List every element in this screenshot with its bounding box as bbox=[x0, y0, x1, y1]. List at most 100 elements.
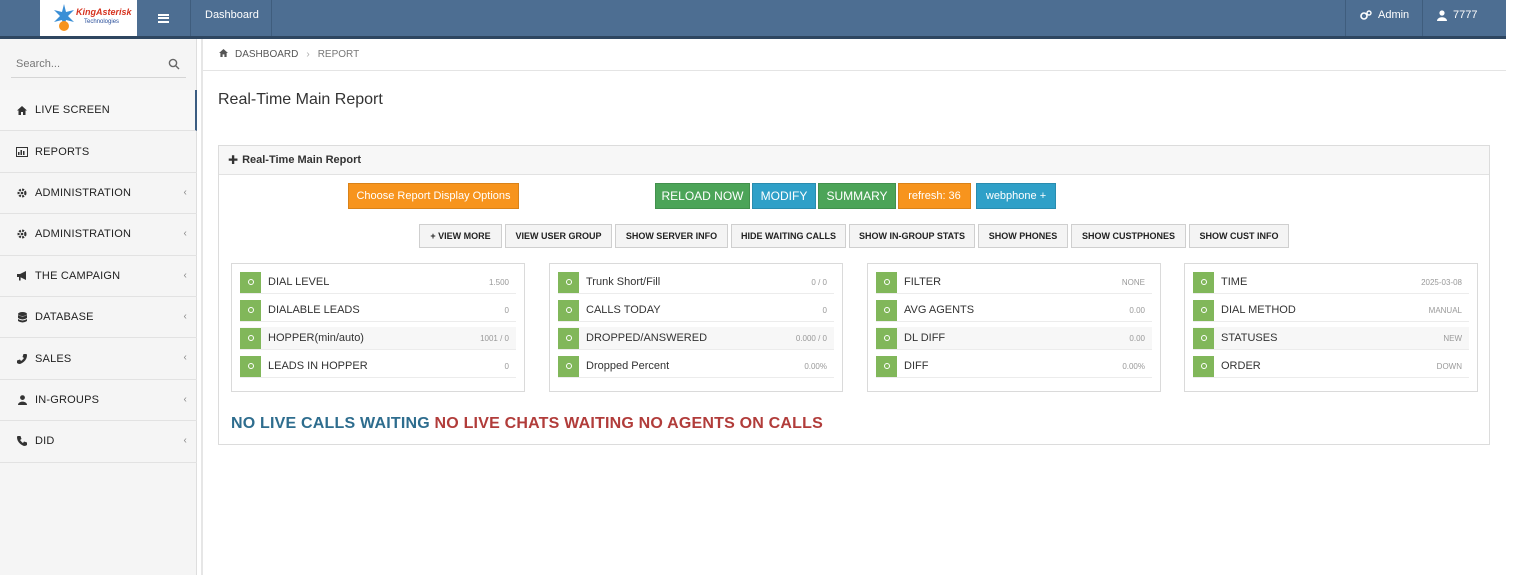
hide-waiting-calls-button[interactable]: HIDE WAITING CALLS bbox=[731, 224, 846, 248]
chevron-left-icon: ‹ bbox=[183, 310, 187, 322]
status-indicator-icon bbox=[240, 299, 261, 321]
stat-label: DL DIFF bbox=[904, 332, 946, 344]
stat-label: Dropped Percent bbox=[586, 360, 670, 372]
sidebar-item-label: THE CAMPAIGN bbox=[35, 269, 121, 282]
show-in-group-stats-button[interactable]: SHOW IN-GROUP STATS bbox=[849, 224, 975, 248]
sidebar-item-label: SALES bbox=[35, 352, 72, 365]
stat-value: 0.00% bbox=[804, 361, 827, 371]
stat-label: LEADS IN HOPPER bbox=[268, 360, 368, 372]
stat-label: STATUSES bbox=[1221, 332, 1278, 344]
show-custphones-button[interactable]: SHOW CUSTPHONES bbox=[1071, 224, 1186, 248]
show-phones-button[interactable]: SHOW PHONES bbox=[978, 224, 1068, 248]
stat-label: DIALABLE LEADS bbox=[268, 304, 360, 316]
stat-label: ORDER bbox=[1221, 360, 1261, 372]
page-title: Real-Time Main Report bbox=[218, 91, 383, 108]
admin-menu[interactable]: Admin bbox=[1360, 9, 1409, 21]
stat-label: HOPPER(min/auto) bbox=[268, 332, 364, 344]
stat-row: DIAL LEVEL 1.500 bbox=[240, 271, 516, 294]
stat-row: FILTER NONE bbox=[876, 271, 1152, 294]
logo-star-icon bbox=[54, 4, 74, 31]
status-indicator-icon bbox=[876, 355, 897, 377]
bar-chart-icon bbox=[16, 146, 28, 158]
stat-label: CALLS TODAY bbox=[586, 304, 661, 316]
topbar-divider bbox=[1345, 0, 1346, 36]
stat-row: DROPPED/ANSWERED 0.000 / 0 bbox=[558, 327, 834, 350]
sidebar-item-label: ADMINISTRATION bbox=[35, 186, 132, 199]
view-user-group-button[interactable]: VIEW USER GROUP bbox=[505, 224, 612, 248]
choose-report-options-button[interactable]: Choose Report Display Options bbox=[348, 183, 519, 209]
user-label: 7777 bbox=[1453, 9, 1478, 21]
status-indicator-icon bbox=[240, 355, 261, 377]
stat-row: Trunk Short/Fill 0 / 0 bbox=[558, 271, 834, 294]
gears-icon bbox=[1360, 9, 1372, 20]
stat-label: DROPPED/ANSWERED bbox=[586, 332, 708, 344]
modify-button[interactable]: MODIFY bbox=[752, 183, 816, 209]
home-icon bbox=[16, 104, 28, 116]
status-indicator-icon bbox=[558, 271, 579, 293]
show-cust-info-button[interactable]: SHOW CUST INFO bbox=[1189, 224, 1289, 248]
stat-row: DIFF 0.00% bbox=[876, 355, 1152, 378]
stat-label: Trunk Short/Fill bbox=[586, 276, 661, 288]
sidebar-item-administration[interactable]: ADMINISTRATION ‹ bbox=[0, 173, 197, 215]
status-indicator-icon bbox=[240, 271, 261, 293]
chevron-left-icon: ‹ bbox=[183, 435, 187, 447]
stat-label: DIAL METHOD bbox=[1221, 304, 1296, 316]
summary-button[interactable]: SUMMARY bbox=[818, 183, 896, 209]
live-chats-status: NO LIVE CHATS WAITING bbox=[434, 415, 634, 432]
view-more-button[interactable]: + VIEW MORE bbox=[419, 224, 502, 248]
stat-value: 0.000 / 0 bbox=[795, 333, 827, 343]
top-navbar: KingAsterisk Technologies Dashboard Admi… bbox=[0, 0, 1506, 39]
sidebar-item-the-campaign[interactable]: THE CAMPAIGN ‹ bbox=[0, 256, 197, 297]
stat-value: 0.00 bbox=[1129, 333, 1145, 343]
sidebar-item-live-screen[interactable]: LIVE SCREEN bbox=[0, 90, 197, 132]
sidebar-item-reports[interactable]: REPORTS bbox=[0, 131, 197, 173]
status-indicator-icon bbox=[558, 299, 579, 321]
sidebar-item-did[interactable]: DID ‹ bbox=[0, 421, 197, 463]
sidebar-item-label: DID bbox=[35, 435, 55, 448]
status-indicator-icon bbox=[1193, 271, 1214, 293]
topbar-divider bbox=[271, 0, 272, 36]
sidebar-item-database[interactable]: DATABASE ‹ bbox=[0, 297, 197, 339]
sidebar-item-sales[interactable]: SALES ‹ bbox=[0, 338, 197, 380]
stat-value: 0 bbox=[504, 361, 509, 371]
status-indicator-icon bbox=[1193, 355, 1214, 377]
menu-toggle-button[interactable] bbox=[137, 0, 191, 36]
bullhorn-icon bbox=[16, 270, 28, 282]
admin-label: Admin bbox=[1378, 9, 1410, 21]
stat-row: DIAL METHOD MANUAL bbox=[1193, 299, 1469, 322]
sidebar-item-in-groups[interactable]: IN-GROUPS ‹ bbox=[0, 380, 197, 422]
show-server-info-button[interactable]: SHOW SERVER INFO bbox=[615, 224, 728, 248]
logo-subtext: Technologies bbox=[84, 19, 120, 25]
stat-value: 0 bbox=[822, 305, 827, 315]
stat-row: ORDER DOWN bbox=[1193, 355, 1469, 378]
sidebar-item-label: ADMINISTRATION bbox=[35, 228, 132, 241]
stat-value: NONE bbox=[1121, 277, 1145, 287]
search-icon[interactable] bbox=[168, 58, 180, 70]
refresh-button[interactable]: refresh: 36 bbox=[898, 183, 971, 209]
stat-row: LEADS IN HOPPER 0 bbox=[240, 355, 516, 378]
sidebar-resize-handle[interactable] bbox=[201, 39, 203, 575]
topbar-dashboard-link[interactable]: Dashboard bbox=[205, 9, 259, 21]
chevron-left-icon: ‹ bbox=[183, 269, 187, 281]
breadcrumb-dashboard-link[interactable]: DASHBOARD bbox=[235, 49, 298, 60]
stat-value: 0 / 0 bbox=[811, 277, 827, 287]
sidebar-item-label: IN-GROUPS bbox=[35, 393, 100, 406]
home-icon[interactable] bbox=[219, 49, 228, 60]
status-indicator-icon bbox=[876, 299, 897, 321]
breadcrumb-current: REPORT bbox=[317, 49, 360, 60]
breadcrumb-separator-icon: › bbox=[306, 49, 310, 60]
status-indicator-icon bbox=[876, 327, 897, 349]
webphone-button[interactable]: webphone + bbox=[976, 183, 1056, 209]
reload-now-button[interactable]: RELOAD NOW bbox=[655, 183, 750, 209]
logo[interactable]: KingAsterisk Technologies bbox=[40, 0, 137, 36]
stat-value: NEW bbox=[1443, 333, 1462, 343]
phone-icon bbox=[16, 435, 28, 447]
sidebar-item-administration-2[interactable]: ADMINISTRATION ‹ bbox=[0, 214, 197, 256]
chevron-left-icon: ‹ bbox=[183, 352, 187, 364]
status-indicator-icon bbox=[558, 355, 579, 377]
search-input[interactable] bbox=[11, 52, 161, 76]
panel-header[interactable]: ✚ Real-Time Main Report bbox=[219, 146, 1489, 175]
user-menu[interactable]: 7777 bbox=[1437, 9, 1477, 21]
stat-label: TIME bbox=[1221, 276, 1248, 288]
stat-row: TIME 2025-03-08 bbox=[1193, 271, 1469, 294]
